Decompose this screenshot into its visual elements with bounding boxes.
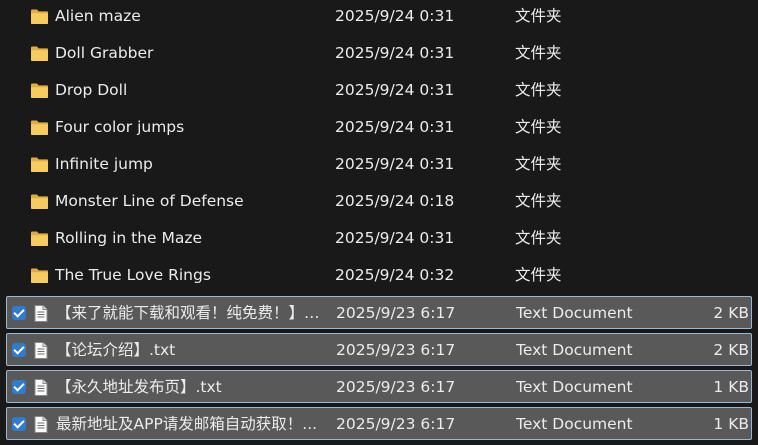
folder-icon [30, 82, 49, 99]
row-checkbox[interactable] [11, 194, 25, 208]
file-size: 1 KB [713, 378, 749, 396]
row-checkbox[interactable] [11, 268, 25, 282]
file-name: Four color jumps [55, 118, 185, 136]
file-list: Alien maze 2025/9/24 0:31 文件夹 Doll Grabber 2… [0, 0, 758, 445]
file-name: Rolling in the Maze [55, 229, 203, 247]
file-size: 2 KB [713, 304, 749, 322]
row-checkbox[interactable] [12, 306, 26, 320]
file-row[interactable]: 【论坛介绍】.txt 2025/9/23 6:17 Text Document 2 K… [6, 333, 752, 366]
folder-row[interactable]: Rolling in the Maze 2025/9/24 0:31 文件夹 [6, 222, 752, 255]
row-checkbox[interactable] [11, 231, 25, 245]
file-name: 最新地址及APP请发邮箱自动获取！... [56, 415, 318, 433]
file-size [606, 259, 748, 292]
folder-icon [30, 230, 49, 247]
folder-icon [30, 119, 49, 136]
date-modified: 2025/9/24 0:31 [335, 118, 455, 136]
file-size [606, 111, 748, 144]
date-modified: 2025/9/23 6:17 [336, 341, 456, 359]
date-modified: 2025/9/24 0:32 [335, 266, 455, 284]
text-document-icon [31, 379, 50, 396]
file-name: Infinite jump [55, 155, 153, 173]
text-document-icon [31, 342, 50, 359]
date-modified: 2025/9/24 0:31 [335, 229, 455, 247]
folder-row[interactable]: Alien maze 2025/9/24 0:31 文件夹 [6, 0, 752, 33]
date-modified: 2025/9/24 0:18 [335, 192, 455, 210]
file-name: Drop Doll [55, 81, 128, 99]
file-name: Alien maze [55, 7, 141, 25]
date-modified: 2025/9/23 6:17 [336, 415, 456, 433]
folder-row[interactable]: The True Love Rings 2025/9/24 0:32 文件夹 [6, 259, 752, 292]
folder-row[interactable]: Monster Line of Defense 2025/9/24 0:18 文件夹 [6, 185, 752, 218]
file-name: The True Love Rings [55, 266, 211, 284]
folder-icon [30, 156, 49, 173]
row-checkbox[interactable] [11, 120, 25, 134]
text-document-icon [31, 416, 50, 433]
file-row[interactable]: 【来了就能下载和观看！纯免费！】.t... 2025/9/23 6:17 Text … [6, 296, 752, 329]
folder-icon [30, 267, 49, 284]
date-modified: 2025/9/23 6:17 [336, 378, 456, 396]
folder-row[interactable]: Infinite jump 2025/9/24 0:31 文件夹 [6, 148, 752, 181]
date-modified: 2025/9/23 6:17 [336, 304, 456, 322]
row-checkbox[interactable] [11, 83, 25, 97]
file-size [606, 74, 748, 107]
row-checkbox[interactable] [11, 157, 25, 171]
file-size [606, 37, 748, 70]
file-size [606, 185, 748, 218]
file-row[interactable]: 【永久地址发布页】.txt 2025/9/23 6:17 Text Document… [6, 370, 752, 403]
folder-row[interactable]: Four color jumps 2025/9/24 0:31 文件夹 [6, 111, 752, 144]
file-size: 1 KB [713, 415, 749, 433]
file-row[interactable]: 最新地址及APP请发邮箱自动获取！... 2025/9/23 6:17 Text D… [6, 407, 752, 440]
text-document-icon [31, 305, 50, 322]
date-modified: 2025/9/24 0:31 [335, 44, 455, 62]
row-checkbox[interactable] [11, 46, 25, 60]
date-modified: 2025/9/24 0:31 [335, 81, 455, 99]
file-name: 【论坛介绍】.txt [56, 341, 176, 359]
row-checkbox[interactable] [12, 417, 26, 431]
date-modified: 2025/9/24 0:31 [335, 155, 455, 173]
file-size [606, 0, 748, 33]
date-modified: 2025/9/24 0:31 [335, 7, 455, 25]
file-name: Monster Line of Defense [55, 192, 244, 210]
row-checkbox[interactable] [12, 343, 26, 357]
file-name: Doll Grabber [55, 44, 154, 62]
row-checkbox[interactable] [12, 380, 26, 394]
folder-icon [30, 8, 49, 25]
file-name: 【永久地址发布页】.txt [56, 378, 222, 396]
file-size [606, 148, 748, 181]
file-name: 【来了就能下载和观看！纯免费！】.t... [56, 304, 324, 322]
row-checkbox[interactable] [11, 9, 25, 23]
folder-row[interactable]: Drop Doll 2025/9/24 0:31 文件夹 [6, 74, 752, 107]
folder-icon [30, 193, 49, 210]
file-size: 2 KB [713, 341, 749, 359]
file-size [606, 222, 748, 255]
folder-row[interactable]: Doll Grabber 2025/9/24 0:31 文件夹 [6, 37, 752, 70]
folder-icon [30, 45, 49, 62]
